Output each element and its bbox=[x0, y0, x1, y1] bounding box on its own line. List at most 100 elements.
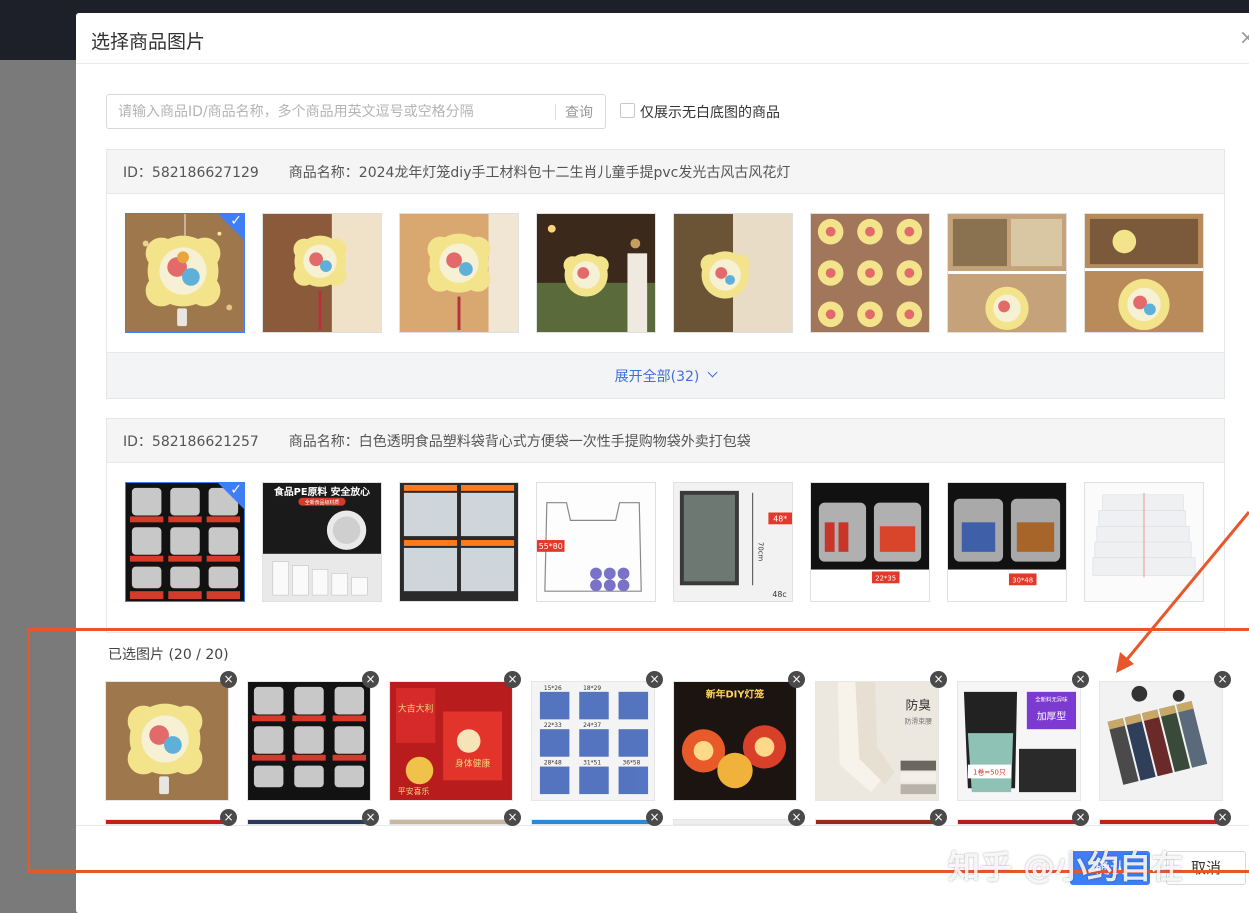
product-image-thumb[interactable]: 食品PE原料 安全放心 全新食品级材质 bbox=[262, 482, 382, 602]
no-white-bg-label[interactable]: 仅展示无白底图的商品 bbox=[640, 102, 780, 122]
selected-image-thumb[interactable] bbox=[105, 681, 229, 801]
expand-all-button[interactable]: 展开全部(32) bbox=[107, 352, 1224, 398]
product-id: ID：582186621257 bbox=[123, 433, 259, 450]
bag-dimension-image: 70cm 48* 48c bbox=[674, 483, 792, 601]
search-box: 查询 bbox=[106, 94, 606, 129]
lantern-image bbox=[674, 214, 792, 332]
remove-image-icon[interactable]: × bbox=[362, 671, 379, 688]
thumb-strip bbox=[532, 820, 654, 824]
remove-image-icon[interactable]: × bbox=[646, 671, 663, 688]
selected-image-thumb[interactable]: 新年DIY灯笼 bbox=[673, 681, 797, 801]
thumb-strip bbox=[816, 820, 938, 824]
product-card: ID：582186621257 商品名称：白色透明食品塑料袋背心式方便袋一次性手… bbox=[106, 418, 1225, 633]
svg-text:48*: 48* bbox=[773, 514, 787, 523]
product-image-thumb[interactable] bbox=[673, 213, 793, 333]
product-thumbnails: ✓ bbox=[107, 194, 1224, 352]
chevron-down-icon bbox=[707, 367, 718, 378]
remove-image-icon[interactable]: × bbox=[1214, 671, 1231, 688]
lantern-image bbox=[263, 214, 381, 332]
product-image-thumb[interactable]: 22*35 bbox=[810, 482, 930, 602]
selected-images-title: 已选图片 (20 / 20) bbox=[108, 647, 229, 663]
lantern-image bbox=[948, 214, 1066, 332]
confirm-button[interactable]: 确认 bbox=[1070, 851, 1150, 885]
product-image-thumb[interactable] bbox=[536, 213, 656, 333]
remove-image-icon[interactable]: × bbox=[788, 809, 805, 826]
product-image-thumb[interactable] bbox=[1084, 213, 1204, 333]
trash-bag-image: 全新料无异味 加厚型 1卷=50只 bbox=[958, 682, 1080, 800]
selected-image-thumb[interactable] bbox=[247, 681, 371, 801]
remove-image-icon[interactable]: × bbox=[1214, 809, 1231, 826]
product-image-thumb[interactable] bbox=[947, 213, 1067, 333]
product-image-thumb[interactable] bbox=[262, 213, 382, 333]
dialog-header: 选择商品图片 × bbox=[76, 13, 1249, 64]
search-button[interactable]: 查询 bbox=[565, 102, 593, 122]
svg-text:31*51: 31*51 bbox=[583, 761, 601, 767]
dialog-title: 选择商品图片 bbox=[91, 31, 206, 53]
remove-image-icon[interactable]: × bbox=[1072, 809, 1089, 826]
svg-text:24*37: 24*37 bbox=[583, 723, 601, 729]
search-input[interactable] bbox=[107, 95, 555, 128]
product-image-thumb[interactable]: ✓ bbox=[125, 213, 245, 333]
product-image-thumb[interactable] bbox=[399, 213, 519, 333]
remove-image-icon[interactable]: × bbox=[1072, 671, 1089, 688]
thumb-strip bbox=[390, 820, 512, 824]
expand-all-label: 展开全部(32) bbox=[614, 368, 700, 385]
remove-image-icon[interactable]: × bbox=[646, 809, 663, 826]
svg-text:食品PE原料 安全放心: 食品PE原料 安全放心 bbox=[273, 485, 370, 498]
selected-image-thumb[interactable]: 防臭 防滑束腰 bbox=[815, 681, 939, 801]
svg-text:防滑束腰: 防滑束腰 bbox=[905, 716, 933, 725]
bag-features-image bbox=[400, 483, 518, 601]
business-socks-image bbox=[1100, 682, 1222, 800]
lantern-image bbox=[1085, 214, 1203, 332]
bag-capacity-image: 22*35 bbox=[811, 483, 929, 601]
product-image-thumb[interactable]: 70cm 48* 48c bbox=[673, 482, 793, 602]
bag-roll-image bbox=[1085, 483, 1203, 601]
product-image-thumb[interactable] bbox=[399, 482, 519, 602]
selected-image-thumb[interactable] bbox=[1099, 681, 1223, 801]
remove-image-icon[interactable]: × bbox=[930, 671, 947, 688]
thumb-strip bbox=[106, 820, 228, 824]
product-image-thumb[interactable]: 30*48 bbox=[947, 482, 1067, 602]
svg-text:全新料无异味: 全新料无异味 bbox=[1035, 696, 1068, 704]
svg-text:22*33: 22*33 bbox=[544, 723, 562, 729]
product-header: ID：582186621257 商品名称：白色透明食品塑料袋背心式方便袋一次性手… bbox=[107, 419, 1224, 463]
remove-image-icon[interactable]: × bbox=[504, 809, 521, 826]
select-product-image-dialog: 选择商品图片 × 查询 仅展示无白底图的商品 ID：582186627129 商… bbox=[76, 13, 1249, 913]
svg-text:1卷=50只: 1卷=50只 bbox=[973, 767, 1006, 776]
selected-image-thumb[interactable]: 大吉大利 身体健康 平安喜乐 bbox=[389, 681, 513, 801]
selected-image-thumb[interactable]: 15*26 18*29 22*33 24*37 28*48 31*51 36*58 bbox=[531, 681, 655, 801]
red-envelope-image: 大吉大利 身体健康 平安喜乐 bbox=[390, 682, 512, 800]
product-name: 商品名称：白色透明食品塑料袋背心式方便袋一次性手提购物袋外卖打包袋 bbox=[288, 433, 751, 450]
svg-text:新年DIY灯笼: 新年DIY灯笼 bbox=[706, 688, 764, 701]
svg-text:身体健康: 身体健康 bbox=[455, 758, 491, 770]
search-divider bbox=[555, 104, 556, 120]
product-image-thumb[interactable]: ✓ bbox=[125, 482, 245, 602]
selected-image-thumb[interactable]: 全新料无异味 加厚型 1卷=50只 bbox=[957, 681, 1081, 801]
check-icon: ✓ bbox=[230, 482, 242, 498]
bag-size-grid-image: 15*26 18*29 22*33 24*37 28*48 31*51 36*58 bbox=[532, 682, 654, 800]
svg-text:全新食品级材质: 全新食品级材质 bbox=[305, 499, 339, 506]
remove-image-icon[interactable]: × bbox=[220, 809, 237, 826]
no-white-bg-checkbox[interactable] bbox=[620, 103, 635, 118]
dragon-lantern-image: 新年DIY灯笼 bbox=[674, 682, 796, 800]
svg-text:22*35: 22*35 bbox=[875, 574, 896, 582]
product-image-thumb[interactable] bbox=[1084, 482, 1204, 602]
lantern-grid-image bbox=[811, 214, 929, 332]
svg-text:加厚型: 加厚型 bbox=[1037, 709, 1067, 722]
remove-image-icon[interactable]: × bbox=[504, 671, 521, 688]
remove-image-icon[interactable]: × bbox=[930, 809, 947, 826]
svg-text:36*58: 36*58 bbox=[623, 761, 641, 767]
product-image-thumb[interactable] bbox=[810, 213, 930, 333]
bag-dimension-image: 55*80 bbox=[537, 483, 655, 601]
svg-text:18*29: 18*29 bbox=[583, 686, 601, 692]
product-image-thumb[interactable]: 55*80 bbox=[536, 482, 656, 602]
remove-image-icon[interactable]: × bbox=[788, 671, 805, 688]
cancel-button[interactable]: 取消 bbox=[1166, 851, 1246, 885]
svg-text:大吉大利: 大吉大利 bbox=[398, 703, 434, 715]
svg-text:防臭: 防臭 bbox=[906, 698, 932, 714]
product-name: 商品名称：2024龙年灯笼diy手工材料包十二生肖儿童手提pvc发光古风古风花灯 bbox=[288, 164, 791, 181]
svg-text:28*48: 28*48 bbox=[544, 761, 562, 767]
remove-image-icon[interactable]: × bbox=[362, 809, 379, 826]
remove-image-icon[interactable]: × bbox=[220, 671, 237, 688]
close-icon[interactable]: × bbox=[1239, 25, 1249, 49]
